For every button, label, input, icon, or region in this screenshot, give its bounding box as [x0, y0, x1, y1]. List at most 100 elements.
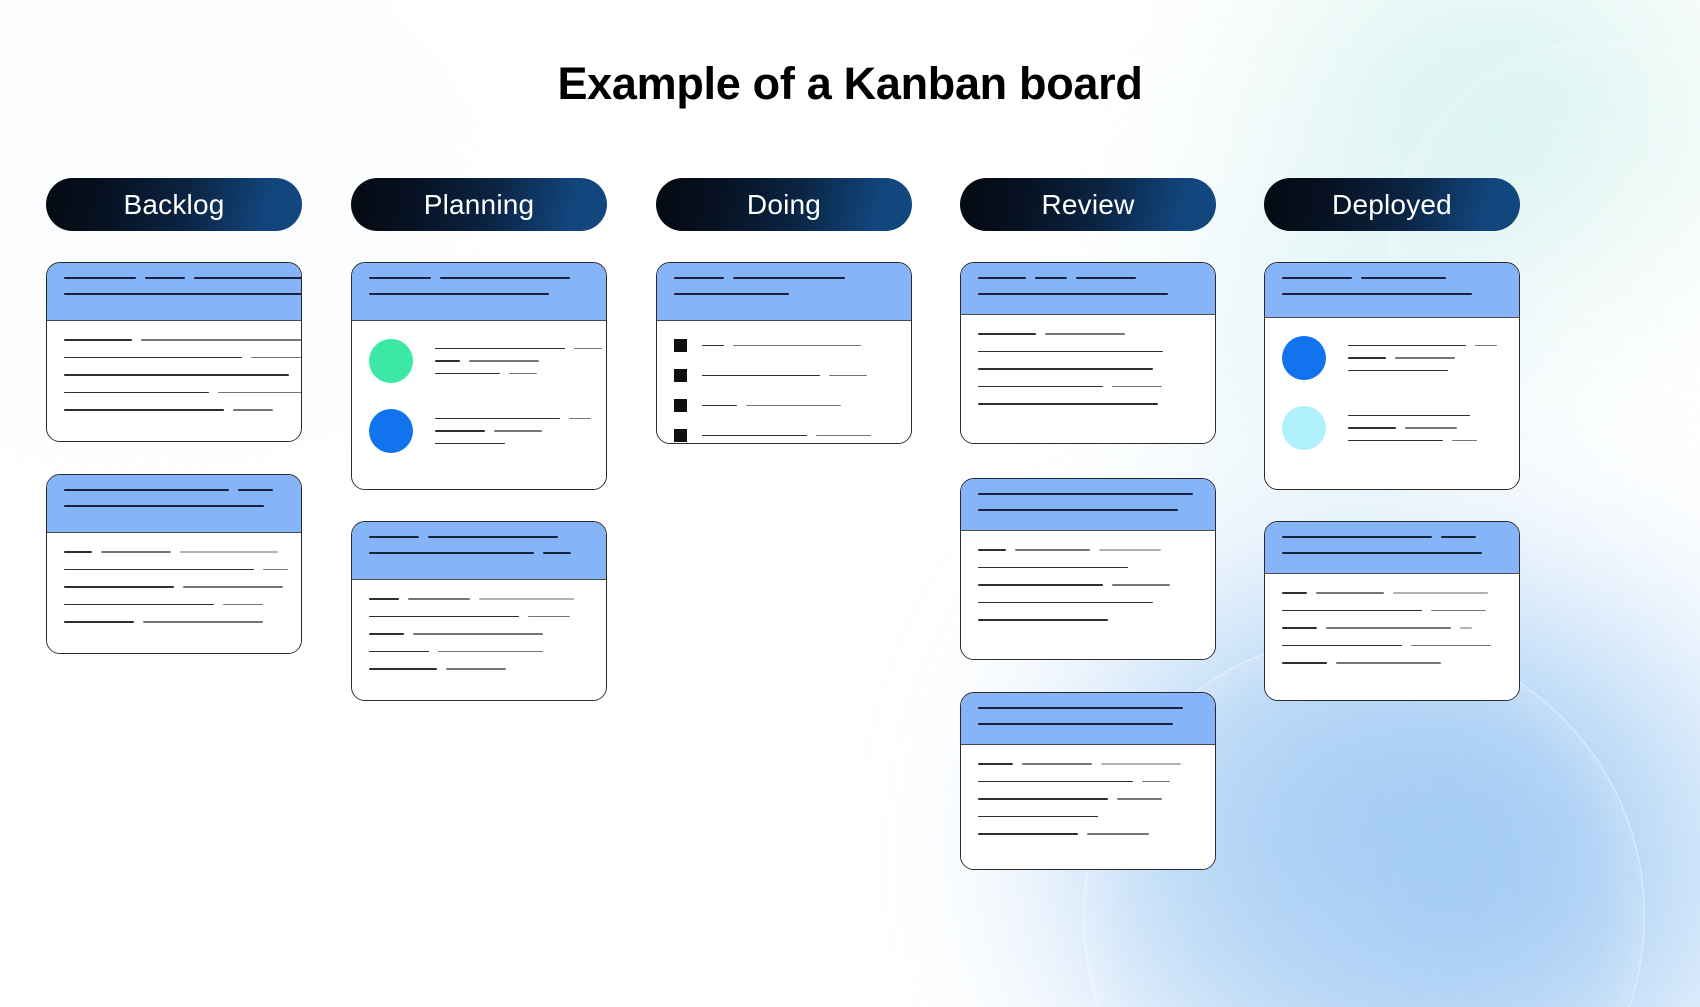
card-tag-row[interactable]: [369, 409, 591, 453]
text-line: [978, 508, 1178, 511]
card-tag-row[interactable]: [1282, 336, 1502, 380]
card-text-block: [978, 333, 1198, 405]
kanban-card[interactable]: [1264, 262, 1520, 490]
text-line: [1348, 344, 1466, 347]
status-dot-blue: [369, 409, 413, 453]
text-line: [64, 374, 289, 376]
text-line: [1348, 427, 1396, 429]
text-line-row: [369, 650, 589, 653]
text-line: [369, 292, 549, 295]
text-line: [64, 391, 209, 394]
text-line: [978, 549, 1006, 551]
text-line: [978, 619, 1108, 621]
text-line: [64, 621, 134, 623]
kanban-column-deployed: Deployed: [1264, 178, 1520, 231]
text-line: [64, 339, 132, 341]
kanban-card[interactable]: [351, 521, 607, 701]
text-line: [145, 277, 185, 279]
text-line: [978, 493, 1193, 495]
checklist-item[interactable]: [674, 399, 894, 412]
text-line-row: [702, 344, 894, 347]
column-header-planning[interactable]: Planning: [351, 178, 607, 231]
text-line-row: [1282, 536, 1502, 538]
text-line-row: [1348, 357, 1502, 359]
text-line: [543, 551, 571, 554]
checklist-item[interactable]: [674, 429, 894, 442]
text-line: [978, 780, 1133, 783]
text-line: [829, 374, 867, 377]
text-line: [435, 430, 485, 432]
column-header-doing[interactable]: Doing: [656, 178, 912, 231]
text-line: [369, 668, 437, 670]
card-body: [1265, 318, 1519, 489]
checklist-item[interactable]: [674, 339, 894, 352]
text-line: [369, 551, 534, 554]
text-line: [1282, 551, 1482, 554]
card-tag-row[interactable]: [1282, 406, 1502, 450]
text-line: [674, 277, 724, 279]
text-line: [1393, 592, 1488, 594]
text-line: [469, 360, 539, 362]
kanban-card[interactable]: [46, 474, 302, 654]
text-line: [978, 601, 1153, 604]
text-line-row: [978, 549, 1198, 551]
text-line: [64, 356, 242, 359]
text-line: [569, 417, 591, 420]
text-line-row: [64, 551, 284, 553]
kanban-card[interactable]: [960, 692, 1216, 870]
text-line-row: [64, 586, 284, 588]
text-line: [978, 403, 1158, 405]
text-line-row: [978, 333, 1198, 335]
card-body: [47, 321, 301, 441]
text-line: [141, 339, 301, 341]
text-line: [528, 615, 570, 618]
text-line: [438, 650, 543, 653]
kanban-card[interactable]: [46, 262, 302, 442]
text-line: [1015, 549, 1090, 551]
text-line: [1460, 627, 1472, 629]
kanban-card[interactable]: [656, 262, 912, 444]
text-line: [435, 372, 500, 375]
text-line-row: [702, 434, 894, 437]
text-line: [64, 568, 254, 571]
text-line-row: [1282, 551, 1502, 554]
card-body: [352, 580, 606, 700]
text-line-row: [369, 668, 589, 670]
column-title: Backlog: [123, 188, 225, 220]
text-line-row: [674, 277, 894, 279]
status-dot-blue: [1282, 336, 1326, 380]
column-header-deployed[interactable]: Deployed: [1264, 178, 1520, 231]
text-line: [1348, 439, 1443, 442]
text-line: [1282, 644, 1402, 647]
text-line: [1361, 277, 1446, 279]
text-line-row: [978, 798, 1198, 800]
text-line: [978, 368, 1153, 370]
kanban-card[interactable]: [960, 478, 1216, 660]
column-header-backlog[interactable]: Backlog: [46, 178, 302, 231]
text-line: [435, 417, 560, 420]
card-header: [47, 475, 301, 533]
kanban-column-backlog: Backlog: [46, 178, 302, 231]
text-line-row: [1282, 644, 1502, 647]
text-line-row: [1282, 627, 1502, 629]
kanban-column-doing: Doing: [656, 178, 912, 231]
text-line-row: [978, 368, 1198, 370]
text-line: [1405, 427, 1457, 429]
text-line-row: [978, 815, 1198, 818]
text-line-row: [978, 763, 1198, 765]
kanban-card[interactable]: [960, 262, 1216, 444]
text-line: [509, 372, 537, 375]
square-bullet-icon: [674, 339, 687, 352]
kanban-card[interactable]: [1264, 521, 1520, 701]
checklist-item[interactable]: [674, 369, 894, 382]
column-header-review[interactable]: Review: [960, 178, 1216, 231]
text-line-row: [435, 360, 602, 362]
text-line-row: [435, 430, 591, 432]
card-tag-row[interactable]: [369, 339, 602, 383]
text-line: [1431, 609, 1486, 612]
kanban-card[interactable]: [351, 262, 607, 490]
text-line-row: [435, 442, 591, 445]
card-text-block: [369, 598, 589, 670]
text-line: [369, 615, 519, 618]
text-line: [183, 586, 283, 588]
